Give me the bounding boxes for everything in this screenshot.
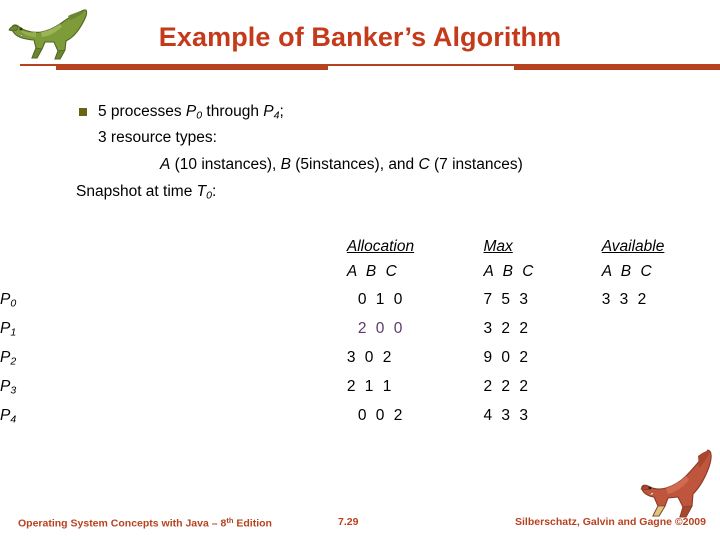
table-row: P3 2 1 1 2 2 2 (0, 378, 720, 407)
resource-a-text: (10 instances), (170, 156, 281, 174)
max-cell-value: 3 2 2 (483, 320, 531, 337)
process-id-subscript: 4 (10, 413, 17, 426)
process-id-cell: P3 (0, 378, 331, 407)
process-id-cell: P2 (0, 349, 331, 378)
allocation-cell-value: 2 1 1 (346, 378, 394, 395)
process-id-subscript: 1 (10, 326, 17, 339)
footer-copyright: Silberschatz, Galvin and Gagne ©2009 (515, 516, 706, 528)
allocation-cell: 2 0 0 (347, 320, 484, 349)
subheader-max-abc: A B C (483, 263, 536, 280)
process-id-cell: P4 (0, 407, 331, 436)
header-allocation: Allocation (346, 238, 415, 255)
footer-page-number: 7.29 (338, 516, 359, 528)
max-cell-value: 7 5 3 (483, 291, 531, 308)
allocation-cell: 3 0 2 (347, 349, 484, 378)
process-id-cell: P0 (0, 291, 331, 320)
process-id-label: P4 (0, 407, 17, 426)
allocation-cell-value: 0 0 2 (357, 407, 405, 424)
table-subheader-row: A B C A B C A B C (0, 263, 720, 291)
max-cell-value: 4 3 3 (483, 407, 531, 424)
process-var-p4: P (263, 103, 274, 120)
subheader-available-abc: A B C (601, 263, 655, 280)
footer-book-title-pre: Operating System Concepts with Java – 8 (18, 517, 227, 530)
resource-var-b: B (280, 156, 291, 174)
max-cell-value: 9 0 2 (483, 349, 531, 366)
available-cell (602, 378, 720, 407)
available-cell-value: 3 3 2 (601, 291, 649, 308)
processes-suffix: ; (279, 103, 284, 120)
table-row: P2 3 0 2 9 0 2 (0, 349, 720, 378)
snapshot-suffix: : (211, 183, 217, 201)
max-cell: 9 0 2 (484, 349, 602, 378)
processes-prefix: 5 processes (98, 103, 186, 120)
table-row: P1 2 0 0 3 2 2 (0, 320, 720, 349)
available-cell (602, 407, 720, 436)
allocation-cell: 2 1 1 (347, 378, 484, 407)
bullet-marker-icon (79, 108, 87, 116)
table-body: A B C A B C A B C P0 0 1 0 7 5 3 3 3 2 P1 2 0… (0, 263, 720, 436)
available-cell (602, 320, 720, 349)
header-available: Available (601, 238, 665, 255)
allocation-cell: 0 0 2 (347, 407, 484, 436)
footer-book-title: Operating System Concepts with Java – 8t… (18, 516, 272, 529)
resource-c-text: (7 instances) (429, 156, 523, 174)
line-resource-instances: A (10 instances), B (5instances), and C … (160, 156, 720, 174)
process-var-p0: P (185, 103, 197, 120)
processes-middle: through (202, 103, 264, 120)
process-id-label: P3 (0, 378, 17, 397)
available-cell (602, 349, 720, 378)
table-row: P0 0 1 0 7 5 3 3 3 2 (0, 291, 720, 320)
banker-allocation-table: Allocation Max Available A B C A B C A B… (0, 238, 720, 436)
process-id-subscript: 3 (10, 384, 17, 397)
subheader-allocation-abc: A B C (346, 263, 400, 280)
page-title: Example of Banker’s Algorithm (158, 22, 562, 52)
table-header-row: Allocation Max Available (0, 238, 720, 263)
table-row: P4 0 0 2 4 3 3 (0, 407, 720, 436)
max-cell: 7 5 3 (484, 291, 602, 320)
header-max: Max (483, 238, 513, 255)
process-id-label: P0 (0, 291, 17, 310)
allocation-cell-value: 2 0 0 (357, 320, 405, 337)
dinosaur-corner-icon (640, 449, 712, 518)
title-divider-thick-right (514, 65, 720, 70)
resource-var-c: C (418, 156, 430, 174)
header-blank-process (0, 238, 331, 263)
slide-footer: Operating System Concepts with Java – 8t… (0, 516, 720, 532)
slide-body: 5 processes P0 through P4; 3 resource ty… (0, 103, 720, 206)
snapshot-prefix: Snapshot at time (76, 183, 197, 201)
dinosaur-logo-icon (8, 9, 88, 60)
title-divider-thick-left (56, 65, 328, 70)
process-id-subscript: 0 (10, 297, 17, 310)
line-resource-types: 3 resource types: (98, 129, 217, 147)
max-cell: 2 2 2 (484, 378, 602, 407)
footer-book-title-post: Edition (233, 517, 272, 530)
allocation-cell-value: 3 0 2 (346, 349, 394, 366)
snapshot-var-t: T (196, 183, 207, 201)
allocation-cell-value: 0 1 0 (357, 291, 405, 308)
process-id-label: P2 (0, 349, 17, 368)
resource-b-text: (5instances), and (290, 156, 419, 174)
available-cell: 3 3 2 (602, 291, 720, 320)
bullet-line-processes: 5 processes P0 through P4; (79, 103, 720, 121)
process-id-cell: P1 (0, 320, 331, 349)
max-cell: 3 2 2 (484, 320, 602, 349)
process-id-subscript: 2 (10, 355, 17, 368)
max-cell-value: 2 2 2 (483, 378, 531, 395)
max-cell: 4 3 3 (484, 407, 602, 436)
process-id-label: P1 (0, 320, 17, 339)
line-snapshot-time: Snapshot at time T0: (76, 183, 720, 201)
allocation-cell: 0 1 0 (347, 291, 484, 320)
resource-var-a: A (160, 156, 171, 174)
